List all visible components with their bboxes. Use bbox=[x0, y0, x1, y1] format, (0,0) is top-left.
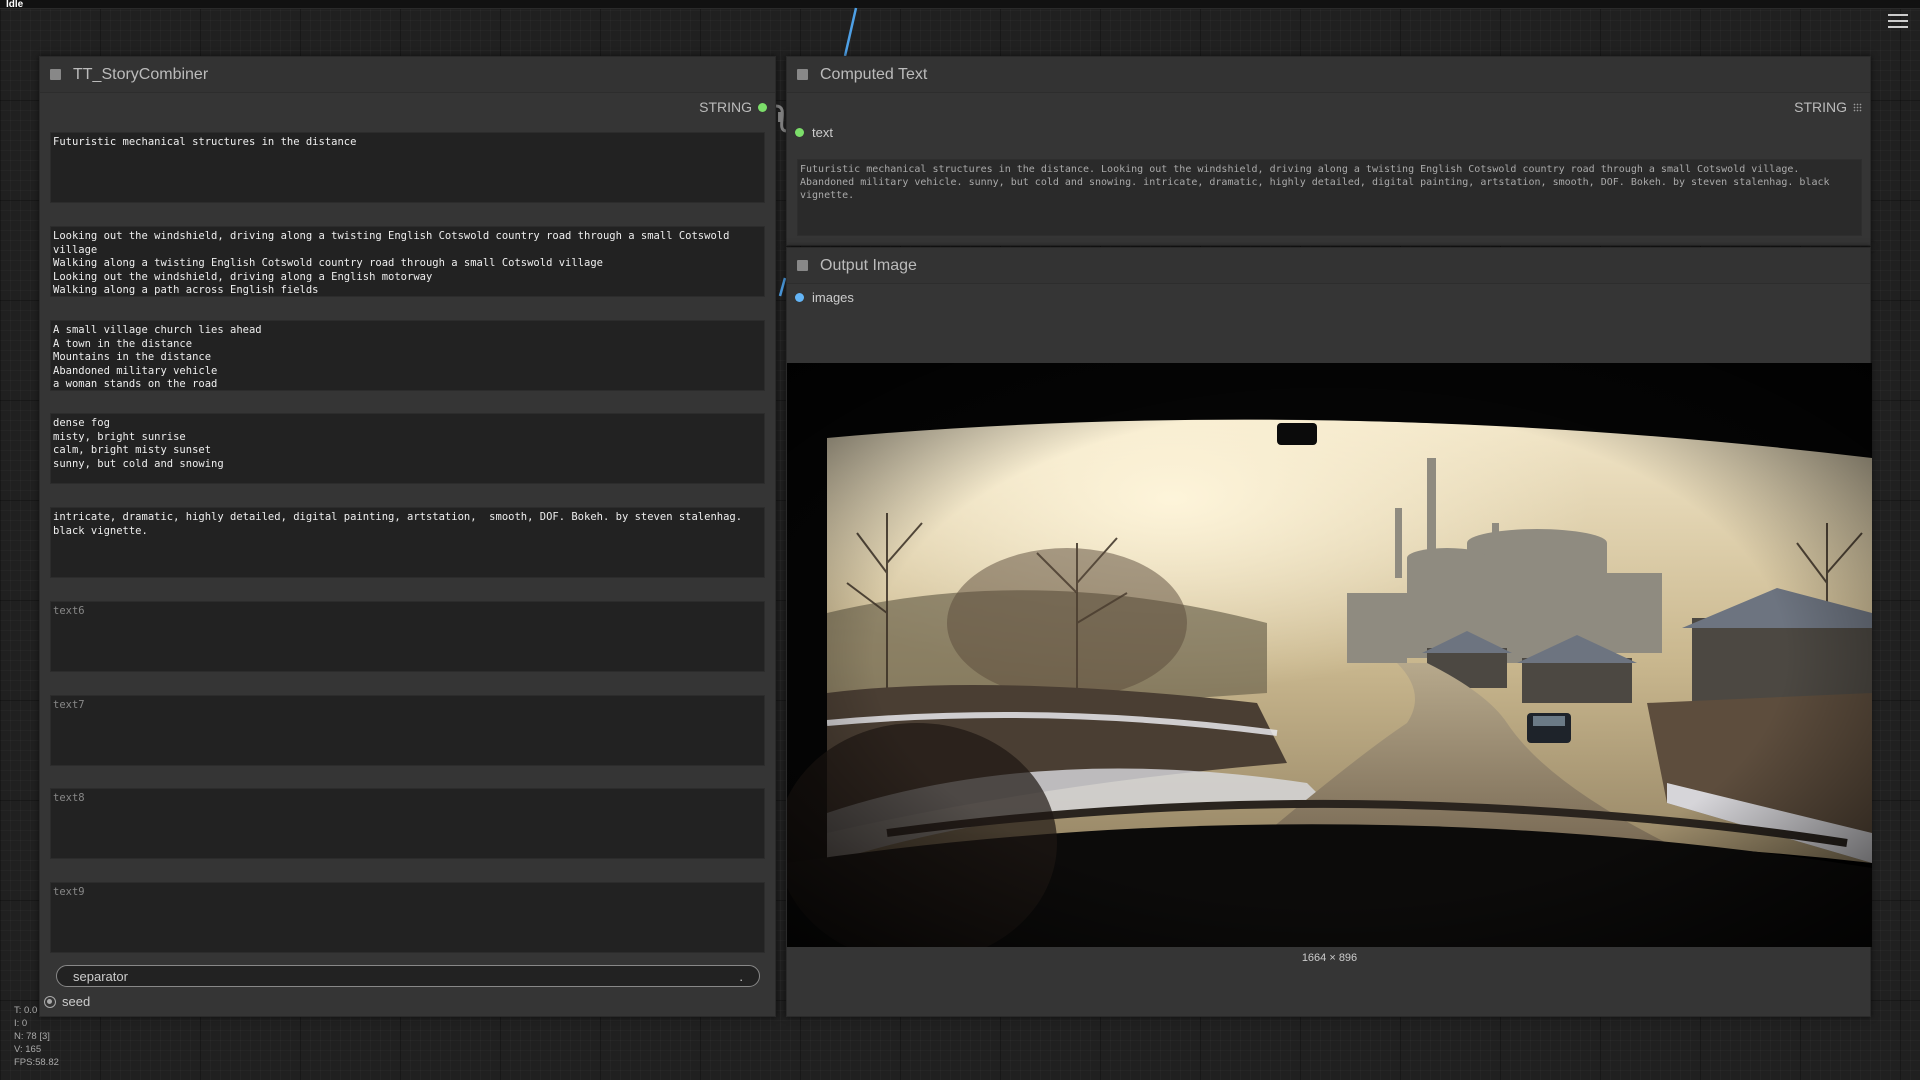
top-status-bar: Idle bbox=[0, 0, 1920, 10]
collapse-toggle-icon[interactable] bbox=[797, 260, 808, 271]
output-image-node[interactable]: Output Image images 1664 × 896 bbox=[786, 247, 1872, 1017]
perf-stats: T: 0.0 I: 0 N: 78 [3] V: 165 FPS:58.82 bbox=[14, 1004, 59, 1069]
stat-line: I: 0 bbox=[14, 1018, 28, 1029]
node-title-bar[interactable]: TT_StoryCombiner bbox=[40, 57, 775, 93]
output-connector-icon[interactable] bbox=[758, 102, 767, 112]
text9-field[interactable]: text9 bbox=[50, 882, 765, 953]
stat-line: T: 0.0 bbox=[14, 1005, 38, 1016]
grid-connector-icon[interactable] bbox=[1853, 102, 1862, 112]
status-label: Idle bbox=[6, 0, 24, 10]
input-slot-text[interactable]: text bbox=[795, 125, 833, 140]
seed-label: seed bbox=[62, 994, 91, 1009]
windshield-scene-image bbox=[787, 363, 1872, 947]
output-image-preview[interactable] bbox=[787, 363, 1872, 947]
text6-field[interactable]: text6 bbox=[50, 601, 765, 672]
reroute-marker bbox=[778, 112, 782, 122]
node-title: Output Image bbox=[820, 256, 917, 274]
text5-field[interactable]: intricate, dramatic, highly detailed, di… bbox=[50, 507, 765, 578]
node-title: TT_StoryCombiner bbox=[73, 65, 209, 83]
hamburger-menu-icon[interactable] bbox=[1888, 14, 1908, 30]
input-label: images bbox=[812, 290, 854, 305]
separator-input[interactable]: separator . bbox=[56, 965, 760, 987]
computed-text-node[interactable]: Computed Text STRING text Futuristic mec… bbox=[786, 56, 1871, 246]
output-slot-string[interactable]: STRING bbox=[1794, 99, 1862, 115]
input-slot-images[interactable]: images bbox=[795, 290, 854, 305]
output-slot-string[interactable]: STRING bbox=[699, 99, 767, 115]
input-connector-icon[interactable] bbox=[795, 128, 804, 137]
node-title-bar[interactable]: Computed Text bbox=[787, 57, 1870, 93]
collapse-toggle-icon[interactable] bbox=[797, 69, 808, 80]
text3-field[interactable]: A small village church lies ahead A town… bbox=[50, 320, 765, 391]
input-label: text bbox=[812, 125, 833, 140]
string-link bbox=[775, 104, 787, 133]
image-dimensions: 1664 × 896 bbox=[1301, 952, 1358, 964]
stat-line: FPS:58.82 bbox=[14, 1057, 59, 1068]
text1-field[interactable]: Futuristic mechanical structures in the … bbox=[50, 132, 765, 203]
output-label: STRING bbox=[699, 99, 752, 115]
text2-field[interactable]: Looking out the windshield, driving alon… bbox=[50, 226, 765, 297]
collapse-toggle-icon[interactable] bbox=[50, 69, 61, 80]
text7-field[interactable]: text7 bbox=[50, 695, 765, 766]
image-link-bottom bbox=[778, 277, 787, 297]
separator-label: separator bbox=[73, 969, 128, 984]
text4-field[interactable]: dense fog misty, bright sunrise calm, br… bbox=[50, 413, 765, 484]
image-link-top bbox=[843, 7, 858, 57]
input-connector-icon[interactable] bbox=[795, 293, 804, 302]
stat-line: V: 165 bbox=[14, 1044, 42, 1055]
output-label: STRING bbox=[1794, 99, 1847, 115]
node-title: Computed Text bbox=[820, 65, 928, 83]
stat-line: N: 78 [3] bbox=[14, 1031, 50, 1042]
computed-text-display[interactable]: Futuristic mechanical structures in the … bbox=[797, 159, 1862, 236]
node-title-bar[interactable]: Output Image bbox=[787, 248, 1870, 284]
story-combiner-node[interactable]: TT_StoryCombiner STRING Futuristic mecha… bbox=[39, 56, 776, 1017]
separator-value: . bbox=[739, 969, 743, 984]
text8-field[interactable]: text8 bbox=[50, 788, 765, 859]
